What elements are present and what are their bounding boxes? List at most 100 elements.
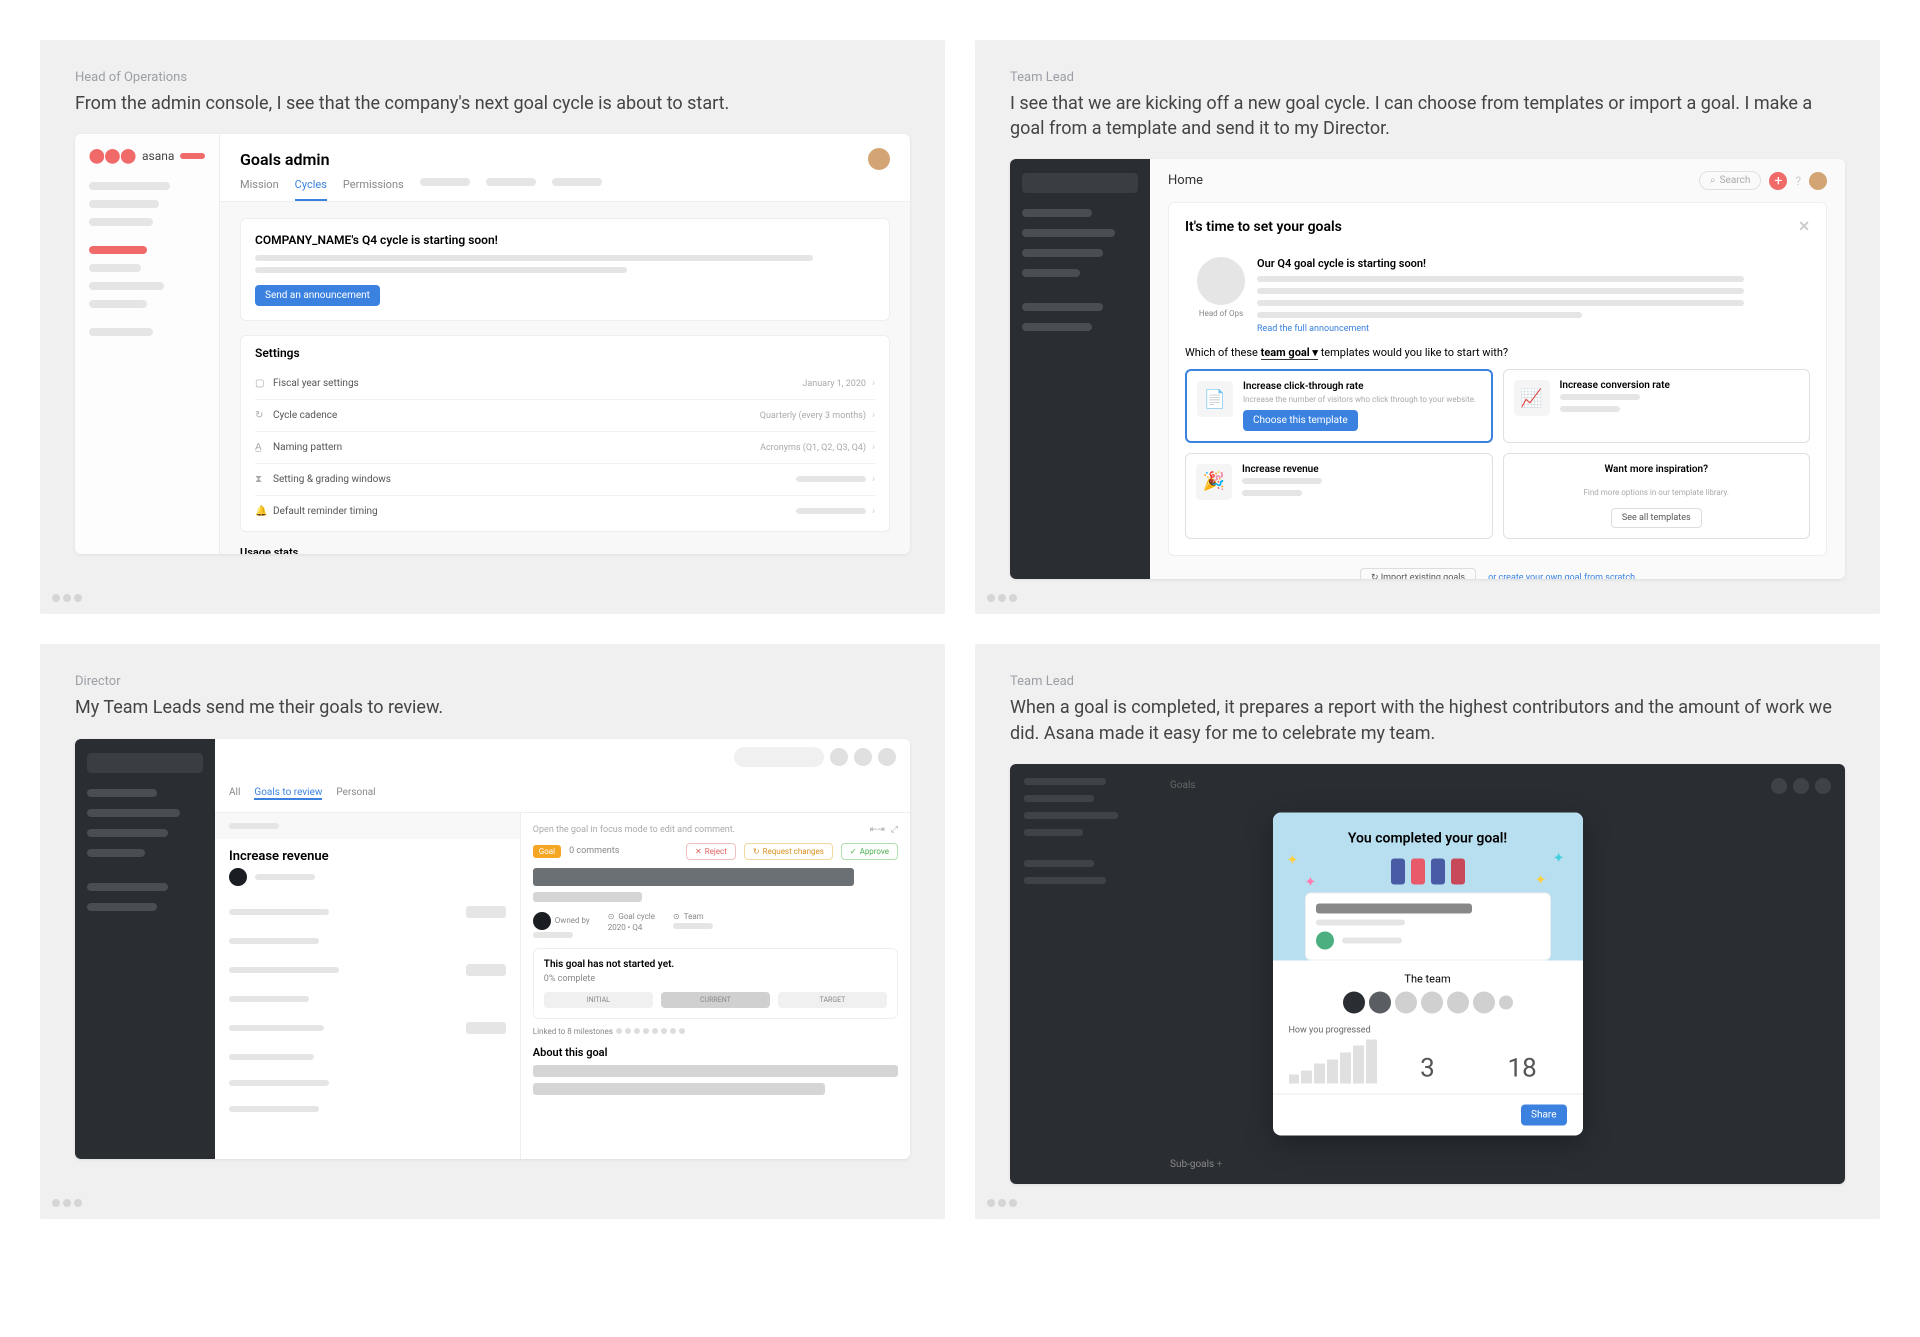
top-icon[interactable] [854, 748, 872, 766]
tab-mission[interactable]: Mission [240, 178, 279, 201]
search-placeholder[interactable] [734, 747, 824, 767]
nav-item[interactable] [89, 300, 147, 308]
tab-review[interactable]: Goals to review [254, 787, 322, 800]
template-question: Which of these team goal ▾ templates wou… [1185, 346, 1810, 359]
sidebar: ⬤⬤⬤ asana [75, 134, 220, 554]
tab-permissions[interactable]: Permissions [343, 178, 404, 201]
create-from-scratch-link[interactable]: or create your own goal from scratch [1488, 573, 1635, 579]
settings-header: Settings [255, 346, 875, 360]
setting-reminder[interactable]: 🔔Default reminder timing › [255, 496, 875, 527]
nav-item[interactable] [87, 829, 168, 837]
nav-item[interactable] [87, 809, 180, 817]
team-avatars [1273, 991, 1583, 1013]
nav-item[interactable] [87, 903, 157, 911]
goal-setup-card: It's time to set your goals ✕ Head of Op… [1168, 202, 1827, 556]
nav-item[interactable] [1022, 303, 1103, 311]
comments-count[interactable]: 0 comments [569, 846, 619, 856]
panel-director: Director My Team Leads send me their goa… [40, 644, 945, 1218]
tab-placeholder[interactable] [552, 178, 602, 186]
see-all-templates-button[interactable]: See all templates [1611, 508, 1702, 528]
user-avatar[interactable] [868, 148, 890, 170]
expand-icon[interactable]: ⤢ [891, 825, 898, 835]
nav-item[interactable] [89, 200, 159, 208]
nav-item[interactable] [1022, 323, 1092, 331]
nav-item[interactable] [89, 218, 153, 226]
send-announcement-button[interactable]: Send an announcement [255, 285, 380, 306]
approve-button[interactable]: ✓ Approve [841, 843, 898, 860]
nav-item[interactable] [1022, 269, 1080, 277]
mockup-review: All Goals to review Personal Increase re… [75, 739, 910, 1159]
goal-list-item[interactable] [215, 896, 520, 928]
panel-head-of-ops: Head of Operations From the admin consol… [40, 40, 945, 614]
read-announcement-link[interactable]: Read the full announcement [1257, 324, 1798, 334]
celebration-illustration [1289, 858, 1567, 884]
add-button[interactable]: + [1769, 172, 1787, 190]
tab-placeholder[interactable] [420, 178, 470, 186]
milestones-link[interactable]: Linked to 8 milestones [533, 1027, 898, 1036]
announcement-preview: Head of Ops Our Q4 goal cycle is startin… [1185, 245, 1810, 346]
progress-slider[interactable]: INITIAL CURRENT TARGET [544, 992, 887, 1008]
import-goals-button[interactable]: ↻ Import existing goals [1360, 568, 1476, 579]
collapse-icon[interactable]: ⇤⇥ [870, 825, 885, 835]
top-icon[interactable] [878, 748, 896, 766]
template-revenue[interactable]: 🎉 Increase revenue [1185, 453, 1493, 539]
goal-list-item[interactable] [215, 1044, 520, 1070]
sub-goals-label: Sub-goals + [1170, 1159, 1222, 1170]
help-icon[interactable]: ? [1795, 174, 1801, 188]
card-title: It's time to set your goals [1185, 219, 1342, 235]
nav-item[interactable] [1022, 229, 1115, 237]
tab-placeholder[interactable] [486, 178, 536, 186]
chevron-right-icon: › [872, 442, 875, 453]
nav-item[interactable] [89, 282, 164, 290]
template-conversion[interactable]: 📈 Increase conversion rate [1503, 369, 1811, 442]
tab-all[interactable]: All [229, 787, 240, 800]
setting-fiscal-year[interactable]: ▢Fiscal year settings January 1, 2020› [255, 368, 875, 400]
announcer-avatar [1197, 257, 1245, 305]
goal-list-item[interactable] [215, 1096, 520, 1122]
mockup-home: Home ⌕Search + ? It's time to set your g… [1010, 159, 1845, 579]
goal-list-item[interactable] [215, 1012, 520, 1044]
nav-item[interactable] [87, 849, 145, 857]
search-icon: ⌕ [1710, 175, 1716, 186]
nav-item[interactable] [1022, 249, 1103, 257]
search-input[interactable]: ⌕Search [1699, 171, 1761, 190]
goal-type-selector[interactable]: team goal ▾ [1261, 346, 1318, 360]
tab-personal[interactable]: Personal [336, 787, 375, 800]
asana-logo: ⬤⬤⬤ asana [89, 148, 205, 164]
nav-item[interactable] [89, 264, 141, 272]
request-changes-button[interactable]: ↻ Request changes [744, 843, 833, 860]
user-avatar[interactable] [1809, 172, 1827, 190]
share-button[interactable]: Share [1521, 1104, 1566, 1125]
setting-naming[interactable]: A̲Naming pattern Acronyms (Q1, Q2, Q3, Q… [255, 432, 875, 464]
nav-item[interactable] [1022, 209, 1092, 217]
nav-item[interactable] [87, 883, 168, 891]
nav-item-active[interactable] [89, 246, 147, 254]
goal-list-item[interactable] [215, 954, 520, 986]
stat-number-1: 3 [1383, 1053, 1472, 1083]
nav-item[interactable] [87, 789, 157, 797]
card-title: COMPANY_NAME's Q4 cycle is starting soon… [255, 233, 875, 247]
stat-number-2: 18 [1478, 1053, 1567, 1083]
top-icon[interactable] [830, 748, 848, 766]
announcement-card: COMPANY_NAME's Q4 cycle is starting soon… [240, 218, 890, 321]
nav-item[interactable] [89, 182, 170, 190]
reject-button[interactable]: ✕ Reject [686, 843, 736, 860]
nav-item[interactable] [89, 328, 153, 336]
owner-avatar [1316, 931, 1334, 949]
bell-icon: 🔔 [255, 506, 267, 517]
team-section-label: The team [1273, 972, 1583, 985]
sidebar-dark [75, 739, 215, 1159]
choose-template-button[interactable]: Choose this template [1243, 410, 1358, 431]
goal-list-item[interactable] [215, 1070, 520, 1096]
goal-list-item[interactable] [215, 986, 520, 1012]
tab-cycles[interactable]: Cycles [295, 178, 327, 201]
template-click-through[interactable]: 📄 Increase click-through rate Increase t… [1185, 369, 1493, 442]
sparkle-icon: ✦ [1535, 872, 1547, 888]
template-more[interactable]: Want more inspiration? Find more options… [1503, 453, 1811, 539]
goal-list-item[interactable] [215, 928, 520, 954]
goal-title[interactable]: Increase revenue [215, 839, 520, 868]
close-icon[interactable]: ✕ [1798, 219, 1810, 235]
setting-cadence[interactable]: ↻Cycle cadence Quarterly (every 3 months… [255, 400, 875, 432]
chevron-right-icon: › [872, 378, 875, 389]
setting-windows[interactable]: ⧗Setting & grading windows › [255, 464, 875, 496]
